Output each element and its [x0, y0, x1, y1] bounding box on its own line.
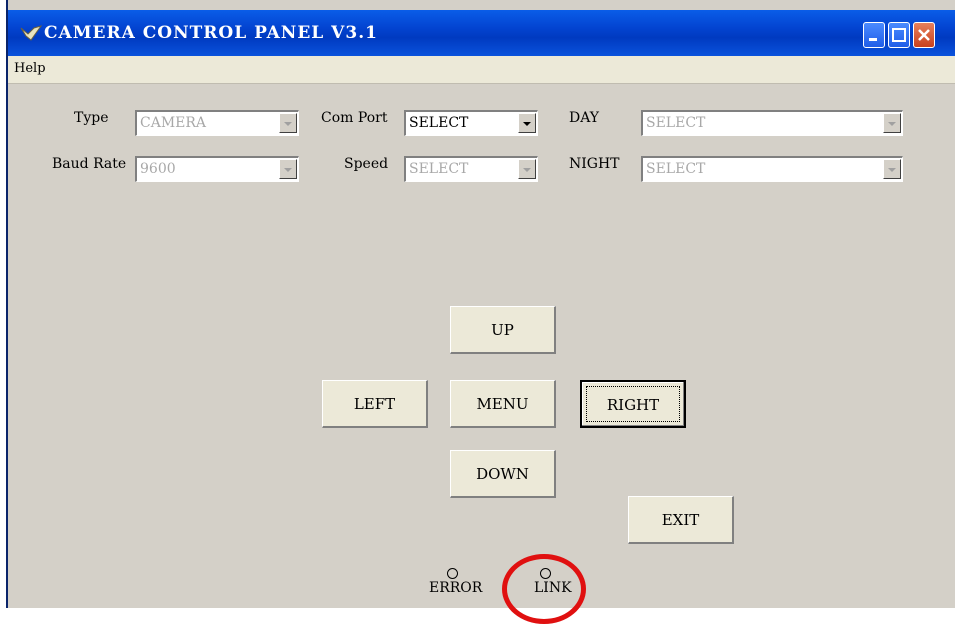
menu-bar: Help	[8, 56, 955, 84]
speed-label: Speed	[344, 156, 389, 172]
baud-value: 9600	[140, 161, 176, 177]
baud-select[interactable]: 9600	[135, 156, 299, 182]
minimize-icon	[869, 38, 877, 41]
chevron-down-icon	[883, 113, 901, 133]
focus-indicator	[586, 386, 680, 422]
close-icon	[918, 29, 930, 41]
menu-help[interactable]: Help	[14, 61, 46, 76]
comport-label: Com Port	[321, 110, 388, 126]
error-label: ERROR	[429, 580, 483, 596]
day-label: DAY	[569, 110, 600, 126]
window-title: CAMERA CONTROL PANEL V3.1	[44, 23, 378, 43]
title-bar[interactable]: CAMERA CONTROL PANEL V3.1	[8, 10, 955, 56]
night-label: NIGHT	[569, 156, 620, 172]
highlight-circle	[502, 554, 586, 624]
night-select[interactable]: SELECT	[641, 156, 903, 182]
error-led-icon	[447, 568, 458, 579]
type-value: CAMERA	[140, 115, 207, 131]
type-label: Type	[74, 110, 109, 126]
comport-value: SELECT	[409, 115, 469, 131]
up-button[interactable]: UP	[450, 306, 556, 354]
app-icon	[20, 25, 42, 41]
exit-button[interactable]: EXIT	[628, 496, 734, 544]
comport-select[interactable]: SELECT	[404, 110, 538, 136]
maximize-button[interactable]	[888, 22, 910, 48]
chevron-down-icon	[279, 159, 297, 179]
left-button[interactable]: LEFT	[322, 380, 428, 428]
maximize-icon	[892, 28, 906, 42]
night-value: SELECT	[646, 161, 706, 177]
chevron-down-icon	[279, 113, 297, 133]
speed-select[interactable]: SELECT	[404, 156, 538, 182]
chevron-down-icon	[883, 159, 901, 179]
chevron-down-icon	[518, 113, 536, 133]
chevron-down-icon	[518, 159, 536, 179]
close-button[interactable]	[913, 22, 935, 48]
menu-button[interactable]: MENU	[450, 380, 556, 428]
app-window: CAMERA CONTROL PANEL V3.1 Help Type CAME…	[6, 0, 955, 608]
minimize-button[interactable]	[863, 22, 885, 48]
type-select[interactable]: CAMERA	[135, 110, 299, 136]
day-value: SELECT	[646, 115, 706, 131]
down-button[interactable]: DOWN	[450, 450, 556, 498]
right-button[interactable]: RIGHT	[580, 380, 686, 428]
speed-value: SELECT	[409, 161, 469, 177]
day-select[interactable]: SELECT	[641, 110, 903, 136]
baud-label: Baud Rate	[52, 156, 127, 172]
